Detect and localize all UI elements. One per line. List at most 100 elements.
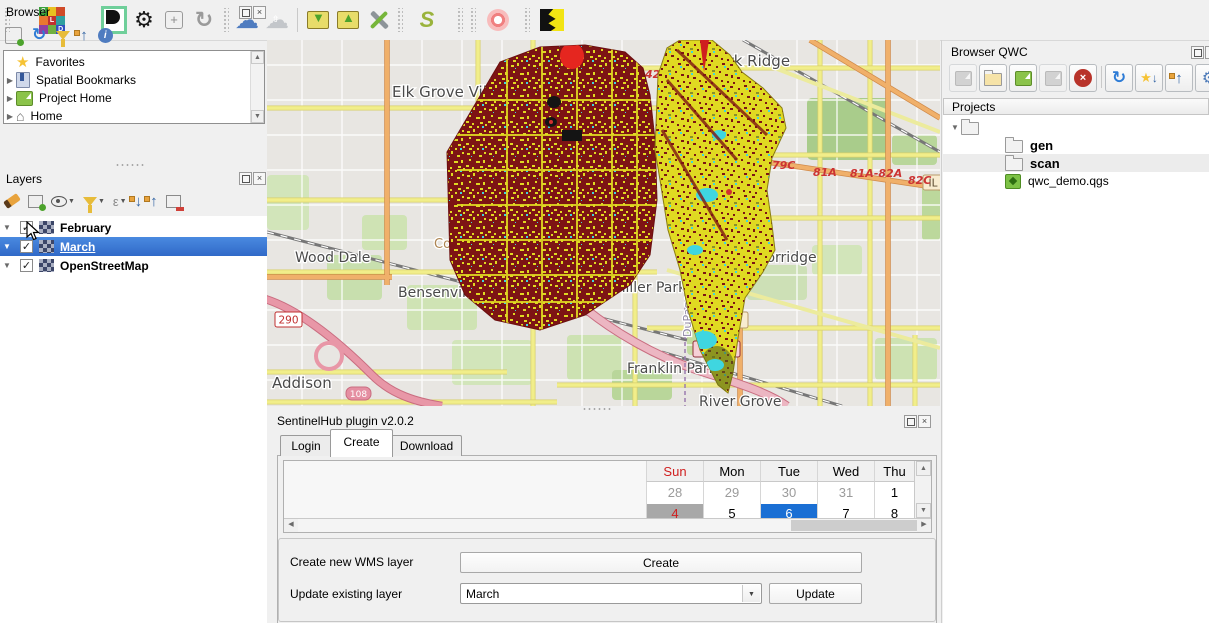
collapse-arrow-icon[interactable]: ▼ bbox=[0, 242, 14, 251]
toolbar-drag-handle-5[interactable] bbox=[469, 8, 476, 32]
tab-login[interactable]: Login bbox=[280, 435, 332, 456]
package-export-icon[interactable]: ▲ bbox=[335, 7, 361, 33]
calendar-day-cell[interactable]: 1 bbox=[874, 482, 914, 504]
layers-close-button[interactable]: × bbox=[253, 172, 266, 185]
scroll-right-icon[interactable]: ▶ bbox=[917, 519, 931, 532]
add-group-icon[interactable] bbox=[28, 195, 43, 208]
tree-item-project-home[interactable]: ▶ Project Home bbox=[4, 89, 264, 107]
sentinelhub-close-button[interactable]: × bbox=[918, 415, 931, 428]
calendar-vscrollbar[interactable]: ▲ ▼ bbox=[914, 461, 931, 518]
collapse-arrow-icon[interactable]: ▼ bbox=[949, 123, 961, 132]
browser-info-icon[interactable]: i bbox=[98, 28, 113, 43]
layers-float-button[interactable] bbox=[239, 172, 252, 185]
qwc-new-folder-button[interactable] bbox=[979, 64, 1007, 92]
calendar-hscrollbar[interactable]: ◀ ▶ bbox=[284, 518, 931, 532]
create-button[interactable]: Create bbox=[460, 552, 862, 573]
qwc-add-favorite-button[interactable]: ★↓ bbox=[1135, 64, 1163, 92]
march-checkbox[interactable]: ✓ bbox=[20, 240, 33, 253]
raster-layer-icon bbox=[39, 221, 54, 234]
manage-visibility-icon[interactable]: ▼ bbox=[51, 196, 75, 207]
browser-filter-icon[interactable] bbox=[56, 31, 70, 40]
filter-legend-icon[interactable]: ▼ bbox=[83, 197, 105, 206]
calendar-day-cell[interactable]: 7 bbox=[817, 504, 874, 518]
expand-arrow-icon[interactable]: ▶ bbox=[4, 112, 16, 121]
processing-tools-icon[interactable] bbox=[365, 7, 391, 33]
browser-add-selection-icon[interactable] bbox=[5, 27, 22, 44]
calendar-day-cell-selected[interactable]: 6 bbox=[760, 504, 817, 518]
river-grove-label: River Grove bbox=[699, 394, 781, 406]
hscroll-thumb[interactable] bbox=[791, 520, 917, 531]
calendar-day-cell[interactable]: 28 bbox=[646, 482, 703, 504]
browser-float-button[interactable] bbox=[239, 6, 252, 19]
sentinelhub-panel: SentinelHub plugin v2.0.2 × Login Create… bbox=[267, 406, 941, 623]
openstreetmap-checkbox[interactable]: ✓ bbox=[20, 259, 33, 272]
calendar-day-cell[interactable]: 29 bbox=[703, 482, 760, 504]
raster-layer-icon bbox=[39, 240, 54, 253]
qwc-settings-button[interactable]: ⚙ bbox=[1195, 64, 1209, 92]
scan-label: scan bbox=[1030, 156, 1060, 171]
calendar-day-cell-sunday-selected[interactable]: 4 bbox=[646, 504, 703, 518]
collapse-all-icon[interactable]: ↑ bbox=[150, 193, 158, 210]
calendar-day-cell[interactable]: 30 bbox=[760, 482, 817, 504]
addison-label: Addison bbox=[272, 374, 332, 392]
qwc-new-project-button[interactable] bbox=[1009, 64, 1037, 92]
browser-tree-scrollbar[interactable]: ▲ ▼ bbox=[250, 51, 264, 123]
scroll-down-icon[interactable]: ▼ bbox=[251, 110, 264, 123]
create-wms-label: Create new WMS layer bbox=[290, 555, 413, 569]
qwc-collapse-button[interactable]: ↑ bbox=[1165, 64, 1193, 92]
scroll-up-icon[interactable]: ▲ bbox=[251, 51, 264, 64]
update-button[interactable]: Update bbox=[769, 583, 862, 604]
package-import-icon[interactable]: ▼ bbox=[305, 7, 331, 33]
sentinelhub-float-button[interactable] bbox=[904, 415, 917, 428]
red-target-plugin-icon[interactable] bbox=[485, 7, 511, 33]
calendar-day-cell[interactable]: 8 bbox=[874, 504, 914, 518]
collapse-arrow-icon[interactable]: ▼ bbox=[0, 261, 14, 270]
qwc-refresh-button[interactable]: ↻ bbox=[1105, 64, 1133, 92]
tree-item-home[interactable]: ▶⌂ Home bbox=[4, 107, 264, 124]
map-canvas[interactable]: Elk Grove Village Park Ridge Cook Wood D… bbox=[267, 40, 940, 406]
filter-expression-icon[interactable]: ε▼ bbox=[113, 194, 127, 209]
tree-item-favorites[interactable]: ★ Favorites bbox=[4, 53, 264, 71]
browser-tree: ★ Favorites ▶ Spatial Bookmarks ▶ Projec… bbox=[3, 50, 265, 124]
sentinelhub-plugin-icon[interactable]: S bbox=[414, 7, 440, 33]
layer-row-february[interactable]: ▼ ✓ February bbox=[0, 218, 267, 237]
update-layer-combo[interactable]: March ▼ bbox=[460, 583, 762, 604]
qwc-float-button[interactable] bbox=[1191, 46, 1204, 59]
expand-arrow-icon[interactable]: ▶ bbox=[4, 94, 16, 103]
chevron-down-icon[interactable]: ▼ bbox=[742, 585, 760, 602]
qwc-flag-plugin-icon[interactable] bbox=[539, 7, 565, 33]
qwc-delete-button[interactable]: × bbox=[1069, 64, 1097, 92]
toolbar-drag-handle-6[interactable] bbox=[523, 8, 530, 32]
tab-create[interactable]: Create bbox=[330, 429, 393, 457]
browser-refresh-icon[interactable]: ↻ bbox=[32, 25, 46, 45]
browser-close-button[interactable]: × bbox=[253, 6, 266, 19]
splitter-handle[interactable] bbox=[582, 407, 612, 411]
calendar-day-cell[interactable]: 5 bbox=[703, 504, 760, 518]
remove-layer-icon[interactable] bbox=[166, 195, 181, 208]
qwc-close-button[interactable]: × bbox=[1205, 46, 1209, 59]
expand-all-icon[interactable]: ↓ bbox=[135, 193, 143, 210]
layer-row-march[interactable]: ▼ ✓ March bbox=[0, 237, 267, 256]
calendar-day-cell[interactable]: 31 bbox=[817, 482, 874, 504]
scroll-left-icon[interactable]: ◀ bbox=[284, 519, 298, 532]
layer-row-openstreetmap[interactable]: ▼ ✓ OpenStreetMap bbox=[0, 256, 267, 275]
tree-item-spatial-bookmarks[interactable]: ▶ Spatial Bookmarks bbox=[4, 71, 264, 89]
basemap: Elk Grove Village Park Ridge Cook Wood D… bbox=[267, 40, 940, 406]
expand-arrow-icon[interactable]: ▶ bbox=[4, 76, 16, 85]
tab-download[interactable]: Download bbox=[391, 435, 462, 456]
layer-styling-brush-icon[interactable] bbox=[3, 193, 21, 209]
home-icon: ⌂ bbox=[16, 108, 24, 124]
collapse-arrow-icon[interactable]: ▼ bbox=[0, 223, 14, 232]
toolbar-drag-handle-4[interactable] bbox=[456, 8, 463, 32]
calendar-header-tue: Tue bbox=[760, 461, 817, 482]
scroll-down-icon[interactable]: ▼ bbox=[916, 503, 931, 518]
qwc-item-gen[interactable]: gen bbox=[943, 136, 1209, 154]
splitter-handle[interactable] bbox=[115, 163, 145, 167]
qwc-item-qwc-demo[interactable]: qwc_demo.qgs bbox=[943, 172, 1209, 190]
qwc-item-scan[interactable]: scan bbox=[943, 154, 1209, 172]
qwc-root-folder[interactable]: ▼ bbox=[943, 118, 1209, 136]
toolbar-drag-handle-3[interactable] bbox=[396, 8, 403, 32]
browser-collapse-icon[interactable]: ↑ bbox=[80, 27, 88, 44]
scroll-up-icon[interactable]: ▲ bbox=[916, 461, 931, 476]
exit-81a: 81A bbox=[813, 166, 837, 179]
